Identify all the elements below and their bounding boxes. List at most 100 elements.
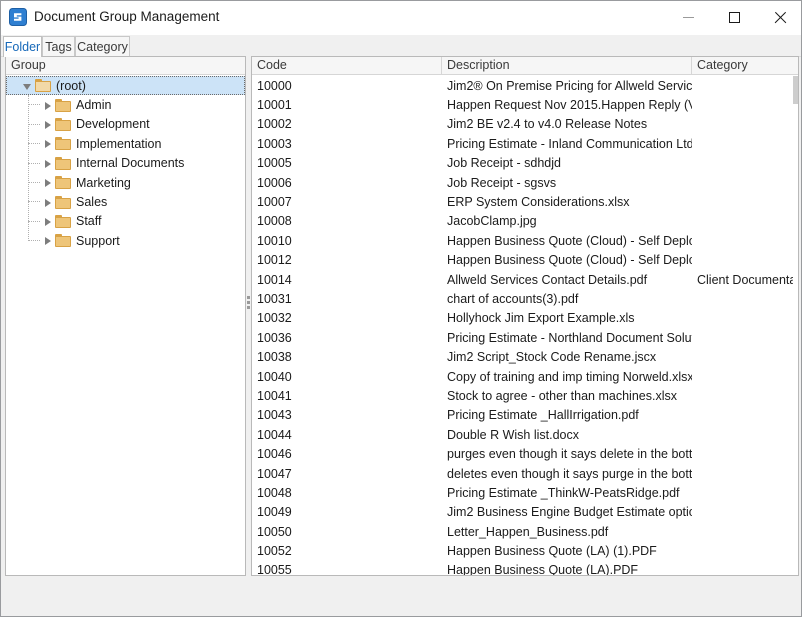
group-tree[interactable]: (root)AdminDevelopmentImplementationInte… <box>6 76 245 575</box>
tree-item-label: Sales <box>76 195 107 209</box>
table-row[interactable]: 10003Pricing Estimate - Inland Communica… <box>252 134 798 153</box>
table-row[interactable]: 10040Copy of training and imp timing Nor… <box>252 367 798 386</box>
table-row[interactable]: 10007ERP System Considerations.xlsx <box>252 192 798 211</box>
cell-description: Allweld Services Contact Details.pdf <box>442 273 692 287</box>
tab-strip: Folder Tags Category <box>1 35 801 57</box>
chevron-right-icon[interactable] <box>42 118 55 131</box>
tree-item-development[interactable]: Development <box>6 115 245 134</box>
cell-code: 10044 <box>252 428 442 442</box>
minimize-button[interactable] <box>665 1 711 33</box>
table-row[interactable]: 10005Job Receipt - sdhdjd <box>252 154 798 173</box>
tree-connector-line <box>28 95 29 241</box>
table-row[interactable]: 10044Double R Wish list.docx <box>252 425 798 444</box>
cell-code: 10005 <box>252 156 442 170</box>
table-row[interactable]: 10000Jim2® On Premise Pricing for Allwel… <box>252 76 798 95</box>
close-window-button[interactable] <box>757 1 802 33</box>
folder-icon <box>55 137 71 150</box>
cell-description: purges even though it says delete in the… <box>442 447 692 461</box>
table-row[interactable]: 10047deletes even though it says purge i… <box>252 464 798 483</box>
table-row[interactable]: 10006Job Receipt - sgsvs <box>252 173 798 192</box>
tab-tags-label: Tags <box>45 40 71 54</box>
tree-item-implementation[interactable]: Implementation <box>6 134 245 153</box>
table-row[interactable]: 10052Happen Business Quote (LA) (1).PDF <box>252 541 798 560</box>
tree-connector-line <box>28 143 40 144</box>
column-header-description[interactable]: Description <box>442 57 692 74</box>
column-header-category[interactable]: Category <box>692 57 797 74</box>
table-row[interactable]: 10001Happen Request Nov 2015.Happen Repl… <box>252 95 798 114</box>
cell-code: 10040 <box>252 370 442 384</box>
table-row[interactable]: 10050Letter_Happen_Business.pdf <box>252 522 798 541</box>
chevron-right-icon[interactable] <box>42 176 55 189</box>
tree-connector-line <box>28 240 40 241</box>
table-row[interactable]: 10048Pricing Estimate _ThinkW-PeatsRidge… <box>252 483 798 502</box>
cell-code: 10008 <box>252 214 442 228</box>
title-bar: Document Group Management <box>1 1 801 35</box>
tree-item-label: Support <box>76 234 120 248</box>
maximize-button[interactable] <box>711 1 757 33</box>
tree-item-sales[interactable]: Sales <box>6 192 245 211</box>
table-row[interactable]: 10036Pricing Estimate - Northland Docume… <box>252 328 798 347</box>
table-row[interactable]: 10043Pricing Estimate _HallIrrigation.pd… <box>252 406 798 425</box>
cell-description: Pricing Estimate _HallIrrigation.pdf <box>442 408 692 422</box>
cell-description: Happen Business Quote (Cloud) - Self Dep… <box>442 234 692 248</box>
chevron-right-icon[interactable] <box>42 137 55 150</box>
cell-code: 10006 <box>252 176 442 190</box>
cell-category: Client Documentation <box>692 273 797 287</box>
cell-description: Jim2 BE v2.4 to v4.0 Release Notes <box>442 117 692 131</box>
cell-description: deletes even though it says purge in the… <box>442 467 692 481</box>
table-row[interactable]: 10010Happen Business Quote (Cloud) - Sel… <box>252 231 798 250</box>
tree-item-label: Staff <box>76 214 101 228</box>
table-row[interactable]: 10046purges even though it says delete i… <box>252 444 798 463</box>
tab-category-label: Category <box>77 40 128 54</box>
cell-description: Happen Request Nov 2015.Happen Reply (Ve… <box>442 98 692 112</box>
tree-item-root[interactable]: (root) <box>6 76 245 95</box>
maximize-icon <box>729 12 740 23</box>
table-row[interactable]: 10038Jim2 Script_Stock Code Rename.jscx <box>252 347 798 366</box>
cell-code: 10007 <box>252 195 442 209</box>
documents-grid-panel: Code Description Category 10000Jim2® On … <box>251 56 799 576</box>
grid-scrollbar-thumb[interactable] <box>793 76 798 104</box>
chevron-down-icon[interactable] <box>22 79 35 92</box>
folder-icon <box>35 79 51 92</box>
tree-item-support[interactable]: Support <box>6 231 245 250</box>
tree-item-admin[interactable]: Admin <box>6 95 245 114</box>
table-row[interactable]: 10002Jim2 BE v2.4 to v4.0 Release Notes <box>252 115 798 134</box>
table-row[interactable]: 10012Happen Business Quote (Cloud) - Sel… <box>252 251 798 270</box>
table-row[interactable]: 10031chart of accounts(3).pdf <box>252 289 798 308</box>
tree-connector-line <box>28 104 40 105</box>
cell-code: 10049 <box>252 505 442 519</box>
tree-item-staff[interactable]: Staff <box>6 212 245 231</box>
tab-folder[interactable]: Folder <box>3 36 42 57</box>
cell-code: 10052 <box>252 544 442 558</box>
documents-grid-body[interactable]: 10000Jim2® On Premise Pricing for Allwel… <box>252 76 798 575</box>
app-icon <box>9 8 27 26</box>
table-row[interactable]: 10032Hollyhock Jim Export Example.xls <box>252 309 798 328</box>
table-row[interactable]: 10049Jim2 Business Engine Budget Estimat… <box>252 503 798 522</box>
chevron-right-icon[interactable] <box>42 157 55 170</box>
folder-icon <box>55 234 71 247</box>
table-row[interactable]: 10008JacobClamp.jpg <box>252 212 798 231</box>
tab-tags[interactable]: Tags <box>42 36 75 57</box>
splitter-grip-icon <box>247 296 250 311</box>
chevron-right-icon[interactable] <box>42 99 55 112</box>
chevron-right-icon[interactable] <box>42 234 55 247</box>
cell-code: 10043 <box>252 408 442 422</box>
table-row[interactable]: 10041Stock to agree - other than machine… <box>252 386 798 405</box>
folder-icon <box>55 176 71 189</box>
tree-item-marketing[interactable]: Marketing <box>6 173 245 192</box>
cell-description: JacobClamp.jpg <box>442 214 692 228</box>
cell-description: Hollyhock Jim Export Example.xls <box>442 311 692 325</box>
cell-description: Jim2® On Premise Pricing for Allweld Ser… <box>442 79 692 93</box>
chevron-right-icon[interactable] <box>42 196 55 209</box>
tree-item-internal-documents[interactable]: Internal Documents <box>6 154 245 173</box>
folder-icon <box>55 157 71 170</box>
table-row[interactable]: 10014Allweld Services Contact Details.pd… <box>252 270 798 289</box>
tab-category[interactable]: Category <box>75 36 130 57</box>
column-header-code[interactable]: Code <box>252 57 442 74</box>
chevron-right-icon[interactable] <box>42 215 55 228</box>
tree-indent <box>6 85 22 86</box>
grid-vertical-scrollbar[interactable] <box>793 76 798 575</box>
cell-description: Pricing Estimate - Northland Document So… <box>442 331 692 345</box>
table-row[interactable]: 10055Happen Business Quote (LA).PDF <box>252 561 798 575</box>
cell-description: Stock to agree - other than machines.xls… <box>442 389 692 403</box>
